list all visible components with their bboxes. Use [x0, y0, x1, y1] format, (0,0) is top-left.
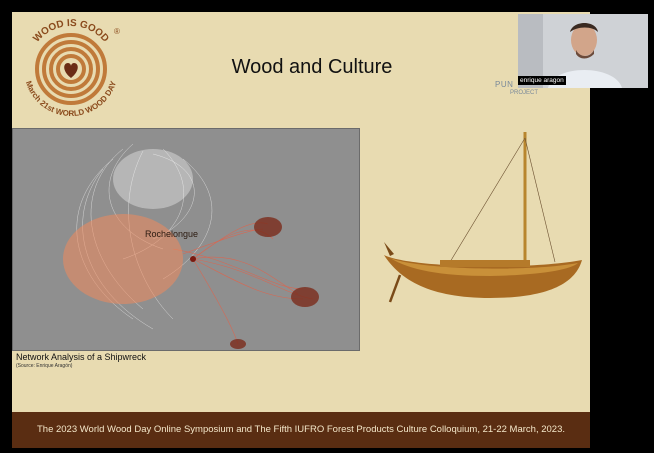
participant-name: enrique aragon	[518, 76, 566, 85]
network-center-label: Rochelongue	[145, 229, 199, 239]
svg-text:March 21st WORLD WOOD DAY: March 21st WORLD WOOD DAY	[24, 79, 118, 118]
project-title: PUN	[495, 80, 514, 89]
participant-video-tile[interactable]: enrique aragon	[518, 14, 648, 88]
network-graph	[63, 143, 319, 349]
wooden-boat-image	[384, 132, 582, 303]
logo-bottom-text: March 21st WORLD WOOD DAY	[24, 79, 118, 118]
project-subtitle: PROJECT	[510, 90, 539, 96]
registered-mark: ®	[114, 27, 120, 36]
slide-title: Wood and Culture	[231, 56, 393, 78]
network-analysis-image: Rochelongue	[12, 128, 360, 351]
world-wood-day-logo: WOOD IS GOOD March 21st WORLD WOOD DAY ®	[24, 18, 120, 118]
network-caption: Network Analysis of a Shipwreck	[16, 352, 147, 362]
slide-footer: The 2023 World Wood Day Online Symposium…	[12, 412, 590, 448]
presentation-slide: WOOD IS GOOD March 21st WORLD WOOD DAY ®…	[12, 12, 590, 448]
network-source: (Source: Enrique Aragón)	[16, 363, 73, 369]
